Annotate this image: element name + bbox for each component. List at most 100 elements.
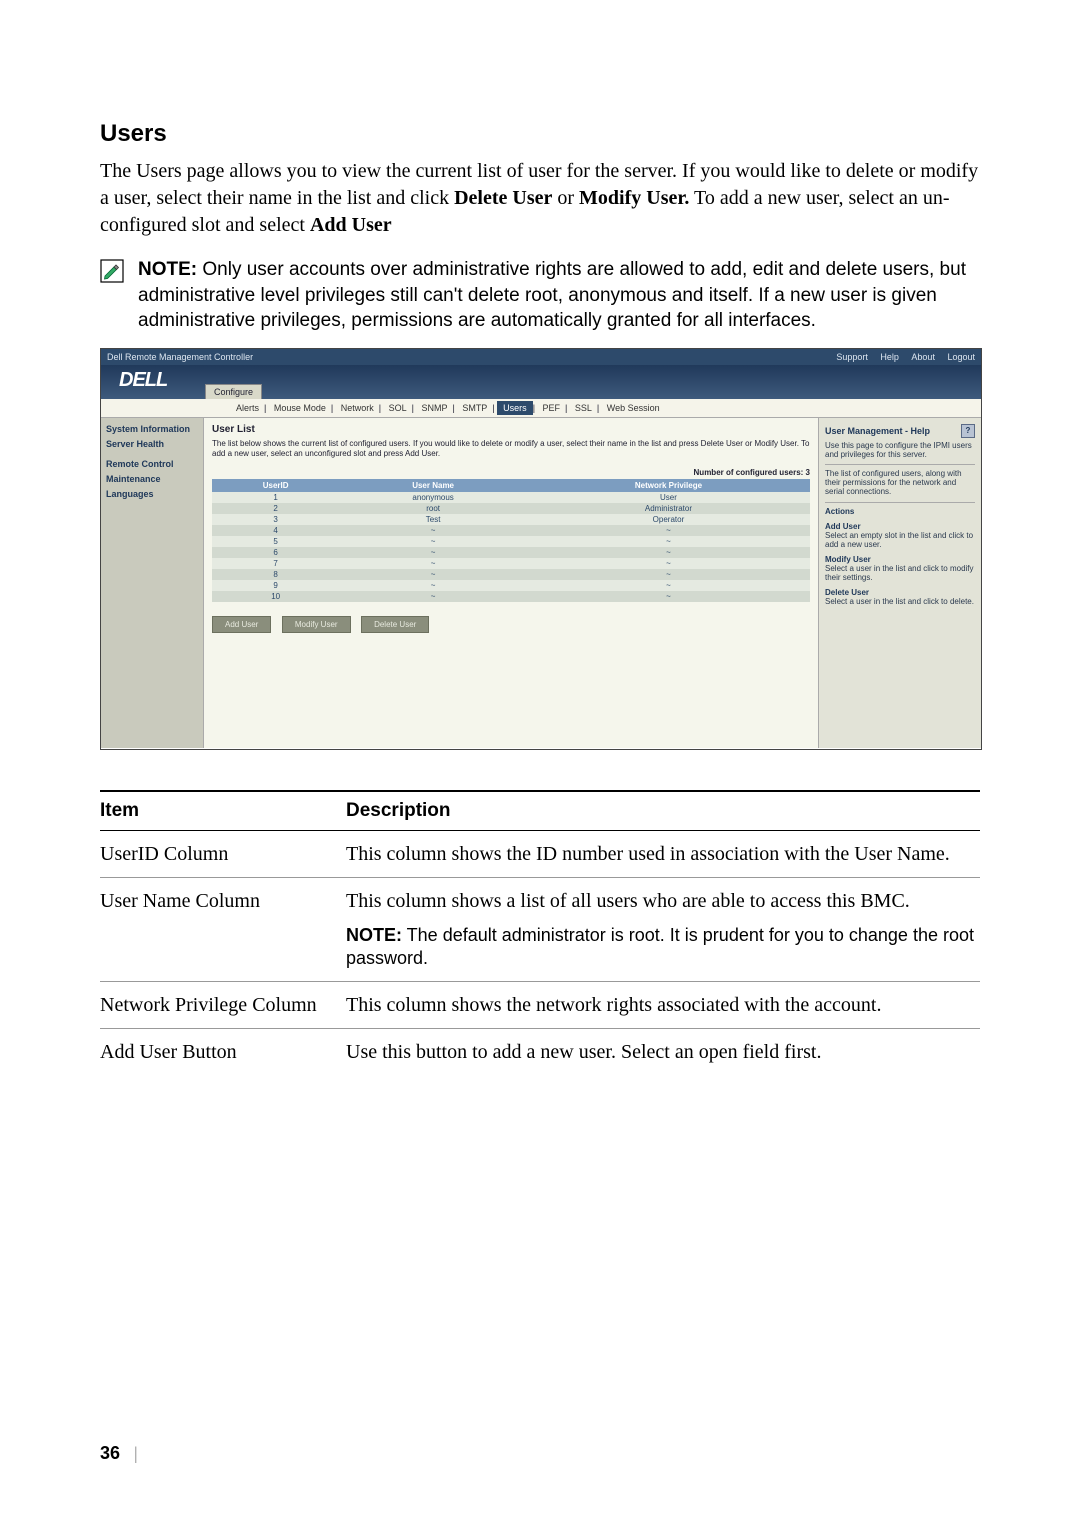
- cell-priv[interactable]: ~: [527, 547, 810, 558]
- user-list-desc: The list below shows the current list of…: [212, 439, 810, 458]
- modify-user-button[interactable]: Modify User: [282, 616, 351, 633]
- subnav-web-session[interactable]: Web Session: [602, 403, 665, 413]
- cell-name[interactable]: ~: [339, 547, 527, 558]
- link-logout[interactable]: Logout: [947, 352, 975, 362]
- cell-priv[interactable]: ~: [527, 591, 810, 602]
- cell-name[interactable]: Test: [339, 514, 527, 525]
- num-configured-users: Number of configured users: 3: [212, 468, 810, 477]
- cell-priv[interactable]: ~: [527, 569, 810, 580]
- intro-bold-delete: Delete User: [454, 187, 552, 209]
- table-row[interactable]: 5~~: [212, 536, 810, 547]
- add-user-button[interactable]: Add User: [212, 616, 271, 633]
- note-text: NOTE: Only user accounts over administra…: [138, 257, 980, 334]
- cell-name[interactable]: ~: [339, 591, 527, 602]
- help-title: User Management - Help: [825, 426, 930, 436]
- cell-id[interactable]: 3: [212, 514, 339, 525]
- cell-id[interactable]: 6: [212, 547, 339, 558]
- subnav-users[interactable]: Users: [497, 401, 533, 415]
- cell-id[interactable]: 2: [212, 503, 339, 514]
- intro-bold-modify: Modify User.: [579, 187, 689, 209]
- desc-head-desc: Description: [346, 791, 980, 831]
- table-row[interactable]: 3TestOperator: [212, 514, 810, 525]
- help-del-title: Delete User: [825, 588, 869, 597]
- page-footer: 36 |: [100, 1443, 138, 1464]
- cell-name[interactable]: ~: [339, 536, 527, 547]
- link-support[interactable]: Support: [836, 352, 868, 362]
- sidebar-item-remote-control[interactable]: Remote Control: [106, 459, 198, 469]
- subnav-snmp[interactable]: SNMP: [416, 403, 452, 413]
- col-username[interactable]: User Name: [339, 479, 527, 492]
- cell-name[interactable]: anonymous: [339, 492, 527, 503]
- link-about[interactable]: About: [911, 352, 935, 362]
- desc-text: Use this button to add a new user. Selec…: [346, 1028, 980, 1075]
- desc-item: Network Privilege Column: [100, 981, 346, 1028]
- cell-id[interactable]: 4: [212, 525, 339, 536]
- desc-head-item: Item: [100, 791, 346, 831]
- cell-name[interactable]: ~: [339, 558, 527, 569]
- cell-priv[interactable]: ~: [527, 536, 810, 547]
- cell-name[interactable]: ~: [339, 525, 527, 536]
- logo-bar: DELL Configure: [101, 365, 981, 399]
- cell-id[interactable]: 8: [212, 569, 339, 580]
- cell-priv[interactable]: User: [527, 492, 810, 503]
- subnav-alerts[interactable]: Alerts: [231, 403, 264, 413]
- cell-id[interactable]: 9: [212, 580, 339, 591]
- cell-name[interactable]: ~: [339, 569, 527, 580]
- pencil-note-icon: [100, 259, 124, 283]
- table-row[interactable]: 1anonymousUser: [212, 492, 810, 503]
- desc-item: Add User Button: [100, 1028, 346, 1075]
- table-row[interactable]: 4~~: [212, 525, 810, 536]
- sidebar: System Information Server Health Remote …: [101, 418, 204, 748]
- main-panel: User List The list below shows the curre…: [204, 418, 818, 748]
- table-row[interactable]: 8~~: [212, 569, 810, 580]
- subnav-ssl[interactable]: SSL: [570, 403, 597, 413]
- help-add-desc: Select an empty slot in the list and cli…: [825, 531, 973, 549]
- table-row[interactable]: 10~~: [212, 591, 810, 602]
- desc-text: This column shows the ID number used in …: [346, 830, 980, 877]
- sidebar-item-languages[interactable]: Languages: [106, 489, 198, 499]
- subnav-pef[interactable]: PEF: [538, 403, 566, 413]
- subnav-sol[interactable]: SOL: [384, 403, 412, 413]
- col-userid[interactable]: UserID: [212, 479, 339, 492]
- delete-user-button[interactable]: Delete User: [361, 616, 429, 633]
- cell-id[interactable]: 1: [212, 492, 339, 503]
- table-header-row: UserID User Name Network Privilege: [212, 479, 810, 492]
- link-help[interactable]: Help: [880, 352, 899, 362]
- desc-item: User Name Column: [100, 877, 346, 981]
- help-intro: Use this page to configure the IPMI user…: [825, 441, 975, 459]
- cell-id[interactable]: 5: [212, 536, 339, 547]
- cell-priv[interactable]: Operator: [527, 514, 810, 525]
- table-row[interactable]: 9~~: [212, 580, 810, 591]
- cell-priv[interactable]: Administrator: [527, 503, 810, 514]
- table-row[interactable]: 7~~: [212, 558, 810, 569]
- help-actions-label: Actions: [825, 507, 975, 516]
- desc-row-note: NOTE: The default administrator is root.…: [346, 924, 980, 971]
- sidebar-item-server-health[interactable]: Server Health: [106, 439, 198, 449]
- cell-name[interactable]: root: [339, 503, 527, 514]
- subnav-smtp[interactable]: SMTP: [457, 403, 492, 413]
- window-title: Dell Remote Management Controller: [107, 349, 253, 365]
- desc-row-main: This column shows a list of all users wh…: [346, 890, 910, 912]
- cell-name[interactable]: ~: [339, 580, 527, 591]
- page-title: Users: [100, 120, 980, 148]
- cell-id[interactable]: 10: [212, 591, 339, 602]
- table-row[interactable]: 2rootAdministrator: [212, 503, 810, 514]
- subnav-network[interactable]: Network: [336, 403, 379, 413]
- cell-priv[interactable]: ~: [527, 558, 810, 569]
- cell-priv[interactable]: ~: [527, 525, 810, 536]
- description-table: Item Description UserID Column This colu…: [100, 790, 980, 1075]
- subnav-mouse-mode[interactable]: Mouse Mode: [269, 403, 331, 413]
- cell-id[interactable]: 7: [212, 558, 339, 569]
- cell-priv[interactable]: ~: [527, 580, 810, 591]
- note-block: NOTE: Only user accounts over administra…: [100, 257, 980, 334]
- sidebar-item-maintenance[interactable]: Maintenance: [106, 474, 198, 484]
- col-priv[interactable]: Network Privilege: [527, 479, 810, 492]
- desc-row-note-label: NOTE:: [346, 925, 402, 945]
- page-number: 36: [100, 1443, 120, 1464]
- help-question-icon[interactable]: ?: [961, 424, 975, 438]
- sidebar-item-system-information[interactable]: System Information: [106, 424, 198, 434]
- desc-row-note-text: The default administrator is root. It is…: [346, 925, 974, 968]
- help-mod-title: Modify User: [825, 555, 871, 564]
- tab-configure[interactable]: Configure: [205, 384, 262, 399]
- table-row[interactable]: 6~~: [212, 547, 810, 558]
